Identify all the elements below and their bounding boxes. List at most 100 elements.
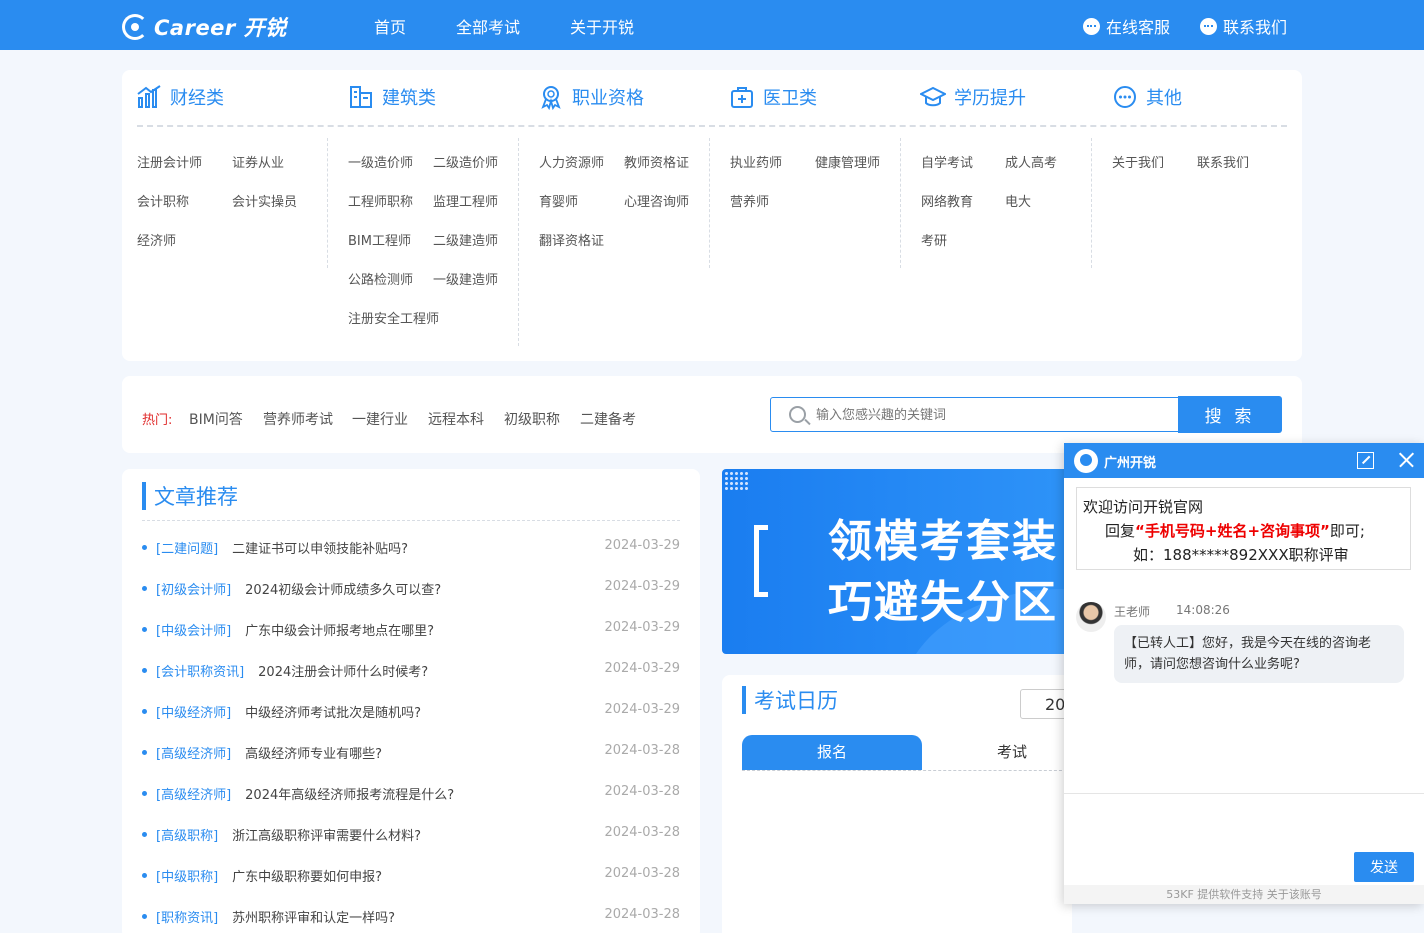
hot-keyword[interactable]: BIM问答 [189,409,243,429]
category-link[interactable]: BIM工程师 [348,230,411,249]
category-link[interactable]: 一级建造师 [433,269,498,288]
category-link[interactable]: 关于我们 [1112,152,1164,171]
category-education[interactable]: 学历提升 [920,84,1026,110]
category-link[interactable]: 联系我们 [1197,152,1249,171]
article-row[interactable]: [职称资讯] 苏州职称评审和认定一样吗? 2024-03-28 [142,905,680,927]
category-other[interactable]: 其他 [1112,84,1182,110]
category-link[interactable]: 教师资格证 [624,152,689,171]
section-title-text: 考试日历 [754,689,838,713]
article-tag[interactable]: [中级会计师] 广东中级会计师报考地点在哪里? [156,620,434,639]
category-medical[interactable]: 医卫类 [729,84,817,110]
category-link[interactable]: 证券从业 [232,152,284,171]
nav-about-link[interactable]: 关于开锐 [570,14,634,38]
category-link[interactable]: 注册会计师 [137,152,202,171]
bullet-dot [142,914,147,919]
hot-keyword[interactable]: 二建备考 [580,409,636,429]
article-tag[interactable]: [职称资讯] 苏州职称评审和认定一样吗? [156,907,395,926]
title-accent-bar [142,482,146,510]
search-input[interactable] [816,404,1166,426]
close-icon[interactable] [1397,451,1415,469]
category-link[interactable]: 工程师职称 [348,191,413,210]
article-date: 2024-03-28 [604,743,680,758]
article-title[interactable]: 2024年高级经济师报考流程是什么? [245,788,454,803]
category-construction[interactable]: 建筑类 [348,84,436,110]
article-row[interactable]: [高级经济师] 高级经济师专业有哪些? 2024-03-28 [142,741,680,763]
tab-registration[interactable]: 报名 [742,735,922,770]
hot-keyword[interactable]: 初级职称 [504,409,560,429]
category-professional[interactable]: 职业资格 [538,84,644,110]
contact-us-link[interactable]: 联系我们 [1200,14,1287,38]
category-link[interactable]: 自学考试 [921,152,973,171]
article-title[interactable]: 浙江高级职称评审需要什么材料? [232,829,421,844]
article-date: 2024-03-28 [604,907,680,922]
article-row[interactable]: [高级职称] 浙江高级职称评审需要什么材料? 2024-03-28 [142,823,680,845]
category-title: 学历提升 [954,88,1026,109]
article-title[interactable]: 中级经济师考试批次是随机吗? [245,706,421,721]
category-link[interactable]: 育婴师 [539,191,578,210]
article-row[interactable]: [二建问题] 二建证书可以申领技能补贴吗? 2024-03-29 [142,536,680,558]
category-link[interactable]: 营养师 [730,191,769,210]
category-link[interactable]: 心理咨询师 [624,191,689,210]
category-link[interactable]: 会计职称 [137,191,189,210]
article-row[interactable]: [初级会计师] 2024初级会计师成绩多久可以查? 2024-03-29 [142,577,680,599]
article-tag[interactable]: [高级经济师] 高级经济师专业有哪些? [156,743,382,762]
building-icon [350,86,372,108]
search-button[interactable]: 搜 索 [1178,396,1282,433]
article-title[interactable]: 高级经济师专业有哪些? [245,747,382,762]
article-title[interactable]: 2024初级会计师成绩多久可以查? [245,583,441,598]
category-link[interactable]: 二级建造师 [433,230,498,249]
article-tag[interactable]: [二建问题] 二建证书可以申领技能补贴吗? [156,538,408,557]
send-button[interactable]: 发送 [1354,852,1414,882]
category-link[interactable]: 一级造价师 [348,152,413,171]
chat-bubble-icon [1083,17,1100,35]
hot-keyword[interactable]: 远程本科 [428,409,484,429]
category-link[interactable]: 监理工程师 [433,191,498,210]
article-tag[interactable]: [高级经济师] 2024年高级经济师报考流程是什么? [156,784,454,803]
bullet-dot [142,750,147,755]
category-link[interactable]: 人力资源师 [539,152,604,171]
category-title: 财经类 [170,88,224,109]
article-row[interactable]: [高级经济师] 2024年高级经济师报考流程是什么? 2024-03-28 [142,782,680,804]
article-title[interactable]: 2024注册会计师什么时候考? [258,665,428,680]
hot-keyword[interactable]: 一建行业 [352,409,408,429]
article-tag[interactable]: [高级职称] 浙江高级职称评审需要什么材料? [156,825,421,844]
article-tag[interactable]: [中级经济师] 中级经济师考试批次是随机吗? [156,702,421,721]
chart-bar-icon [137,85,161,108]
article-row[interactable]: [会计职称资讯] 2024注册会计师什么时候考? 2024-03-29 [142,659,680,681]
category-link[interactable]: 二级造价师 [433,152,498,171]
welcome-instruction: 回复“手机号码+姓名+咨询事项”即可; [1105,522,1365,540]
category-link[interactable]: 经济师 [137,230,176,249]
article-title[interactable]: 广东中级职称要如何申报? [232,870,382,885]
article-date: 2024-03-29 [604,702,680,717]
category-link[interactable]: 健康管理师 [815,152,880,171]
article-title[interactable]: 广东中级会计师报考地点在哪里? [245,624,434,639]
category-link[interactable]: 电大 [1005,191,1031,210]
chat-header: 广州开锐 [1064,443,1424,478]
article-title[interactable]: 苏州职称评审和认定一样吗? [232,911,395,926]
article-row[interactable]: [中级经济师] 中级经济师考试批次是随机吗? 2024-03-29 [142,700,680,722]
article-tag[interactable]: [初级会计师] 2024初级会计师成绩多久可以查? [156,579,441,598]
category-link[interactable]: 会计实操员 [232,191,297,210]
category-link[interactable]: 注册安全工程师 [348,308,439,327]
category-link[interactable]: 考研 [921,230,947,249]
expand-icon[interactable] [1357,452,1374,469]
nav-all-exams-link[interactable]: 全部考试 [456,14,520,38]
category-link[interactable]: 网络教育 [921,191,973,210]
category-finance[interactable]: 财经类 [136,84,224,110]
article-row[interactable]: [中级职称] 广东中级职称要如何申报? 2024-03-28 [142,864,680,886]
logo[interactable]: Career 开锐 [122,12,287,42]
bullet-dot [142,832,147,837]
article-title[interactable]: 二建证书可以申领技能补贴吗? [232,542,408,557]
chat-footer[interactable]: 53KF 提供软件支持 关于该账号 [1064,885,1424,904]
category-link[interactable]: 成人高考 [1005,152,1057,171]
article-tag[interactable]: [中级职称] 广东中级职称要如何申报? [156,866,382,885]
category-link[interactable]: 公路检测师 [348,269,413,288]
online-service-link[interactable]: 在线客服 [1083,14,1170,38]
promo-banner[interactable]: 领模考套装 巧避失分区 [722,469,1072,654]
category-link[interactable]: 执业药师 [730,152,782,171]
hot-keyword[interactable]: 营养师考试 [263,409,333,429]
article-tag[interactable]: [会计职称资讯] 2024注册会计师什么时候考? [156,661,428,680]
nav-home-link[interactable]: 首页 [374,14,406,38]
article-row[interactable]: [中级会计师] 广东中级会计师报考地点在哪里? 2024-03-29 [142,618,680,640]
category-link[interactable]: 翻译资格证 [539,230,604,249]
